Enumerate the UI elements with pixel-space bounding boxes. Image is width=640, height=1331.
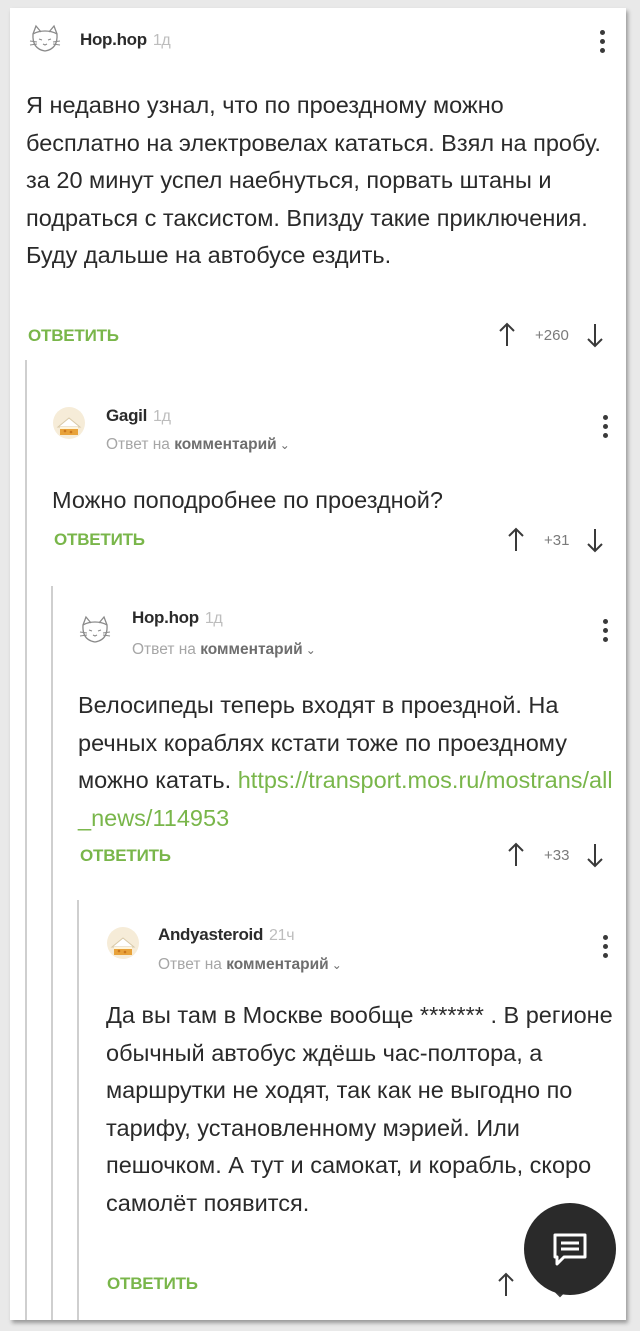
reply-to-link[interactable]: Ответ на комментарий ⌄ [158, 956, 342, 974]
comments-card: Hop.hop 1д Я недавно узнал, что по проезд… [10, 8, 626, 1320]
chevron-down-icon: ⌄ [331, 958, 342, 972]
kebab-menu-icon[interactable] [602, 935, 608, 961]
cake-avatar-icon[interactable] [106, 926, 140, 960]
reply-button[interactable]: ОТВЕТИТЬ [107, 1274, 198, 1294]
arrow-up-icon[interactable] [494, 1270, 518, 1300]
username[interactable]: Andyasteroid 21ч [158, 925, 295, 945]
username-text[interactable]: Andyasteroid [158, 925, 263, 944]
timestamp: 21ч [269, 927, 295, 944]
chat-fab-button[interactable] [524, 1203, 616, 1295]
chat-icon [553, 1233, 587, 1266]
comment-text: Да вы там в Москве вообще ******* . В ре… [106, 1002, 613, 1216]
comment: Andyasteroid 21ч Ответ на комментарий ⌄ Да… [10, 8, 626, 1320]
